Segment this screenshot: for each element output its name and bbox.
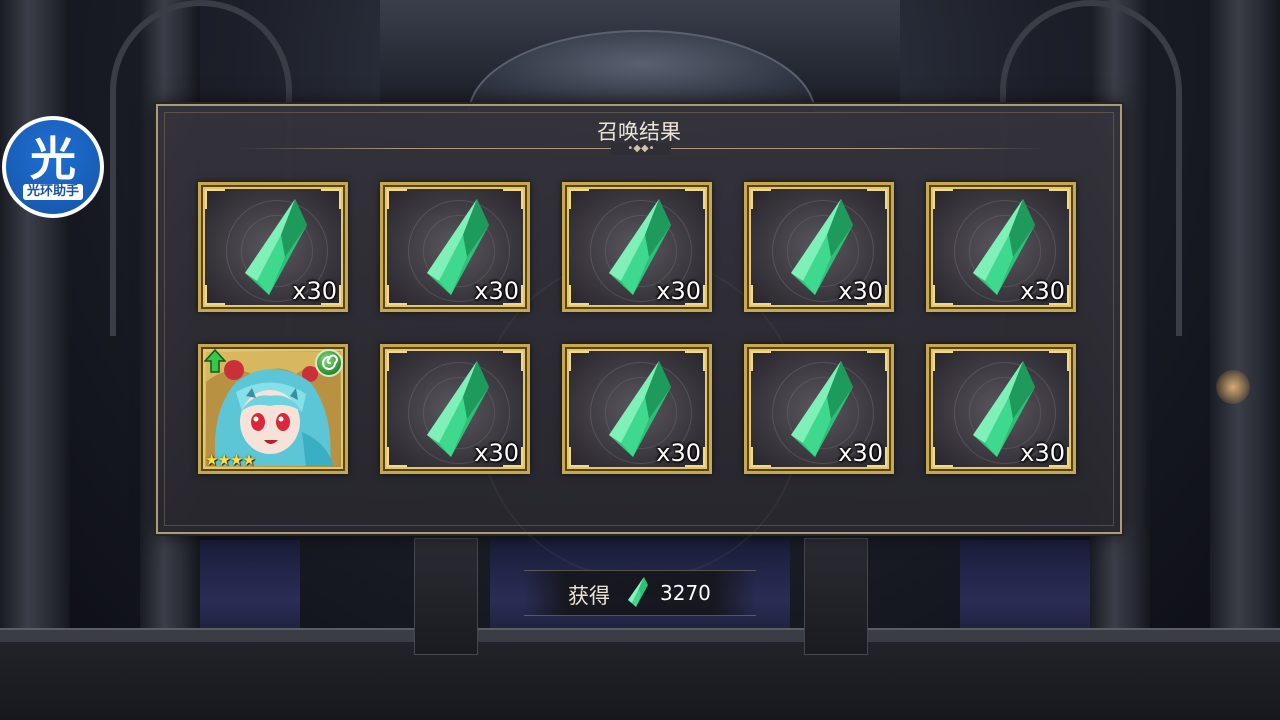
game-screen: 光 光环助手 召唤结果 •◆◆• x30 x30 x30 x30 x30 ★★★… — [0, 0, 1280, 720]
reward-card[interactable]: x30 — [562, 344, 712, 474]
reward-card[interactable]: x30 — [380, 182, 530, 312]
card-corner — [933, 351, 953, 371]
reward-quantity: x30 — [838, 439, 883, 467]
reward-quantity: x30 — [1020, 277, 1065, 305]
divider-ornament: •◆◆• — [611, 143, 671, 155]
crystal-icon — [628, 577, 648, 607]
obtain-amount: 3270 — [660, 581, 711, 605]
background-pillar — [0, 0, 70, 720]
upgrade-arrow-icon — [204, 349, 226, 373]
card-corner — [205, 285, 225, 305]
obtain-label: 获得 — [568, 584, 610, 608]
card-corner — [503, 189, 523, 209]
reward-card[interactable]: x30 — [562, 182, 712, 312]
helper-badge-glyph: 光 — [30, 132, 76, 186]
title-divider: •◆◆• — [238, 143, 1044, 155]
background-window — [190, 540, 300, 640]
reward-quantity: x30 — [838, 277, 883, 305]
reward-quantity: x30 — [656, 277, 701, 305]
card-corner — [751, 351, 771, 371]
helper-app-badge[interactable]: 光 光环助手 — [2, 116, 104, 218]
reward-quantity: x30 — [656, 439, 701, 467]
card-corner — [387, 351, 407, 371]
reward-card[interactable]: x30 — [926, 344, 1076, 474]
card-corner — [751, 189, 771, 209]
reward-card[interactable]: x30 — [744, 182, 894, 312]
reward-card[interactable]: x30 — [198, 182, 348, 312]
reward-card[interactable]: x30 — [926, 182, 1076, 312]
card-corner — [387, 447, 407, 467]
character-card[interactable]: ★★★★ — [198, 344, 348, 474]
card-corner — [751, 447, 771, 467]
reward-quantity: x30 — [1020, 439, 1065, 467]
reward-card[interactable]: x30 — [380, 344, 530, 474]
rarity-stars: ★★★★ — [205, 451, 256, 469]
background-tablet — [804, 538, 868, 655]
card-corner — [685, 351, 705, 371]
card-corner — [503, 351, 523, 371]
background-window — [960, 540, 1090, 640]
background-tablet — [414, 538, 478, 655]
card-corner — [933, 447, 953, 467]
card-corner — [321, 189, 341, 209]
reward-quantity: x30 — [474, 439, 519, 467]
card-corner — [205, 189, 225, 209]
reward-quantity: x30 — [292, 277, 337, 305]
obtain-total-bar: 获得 3270 — [524, 570, 756, 616]
card-corner — [569, 285, 589, 305]
background-floor — [0, 630, 1280, 720]
card-corner — [933, 285, 953, 305]
helper-badge-inner: 光 光环助手 — [6, 120, 100, 214]
summon-result-panel: 召唤结果 •◆◆• x30 x30 x30 x30 x30 ★★★★ x30 x… — [156, 104, 1122, 580]
card-corner — [569, 189, 589, 209]
card-corner — [569, 351, 589, 371]
card-corner — [1049, 351, 1069, 371]
reward-quantity: x30 — [474, 277, 519, 305]
helper-badge-label: 光环助手 — [22, 184, 83, 200]
wind-element-icon — [315, 349, 343, 377]
reward-card[interactable]: x30 — [744, 344, 894, 474]
card-corner — [751, 285, 771, 305]
card-corner — [1049, 189, 1069, 209]
card-corner — [867, 189, 887, 209]
card-corner — [387, 285, 407, 305]
card-corner — [387, 189, 407, 209]
card-corner — [685, 189, 705, 209]
background-light-orb — [1216, 370, 1250, 404]
panel-title: 召唤结果 — [597, 120, 681, 144]
background-railing — [0, 628, 1280, 642]
wind-swirl-glyph — [322, 354, 338, 370]
background-pillar — [1210, 0, 1280, 720]
card-corner — [867, 351, 887, 371]
card-corner — [569, 447, 589, 467]
card-corner — [933, 189, 953, 209]
